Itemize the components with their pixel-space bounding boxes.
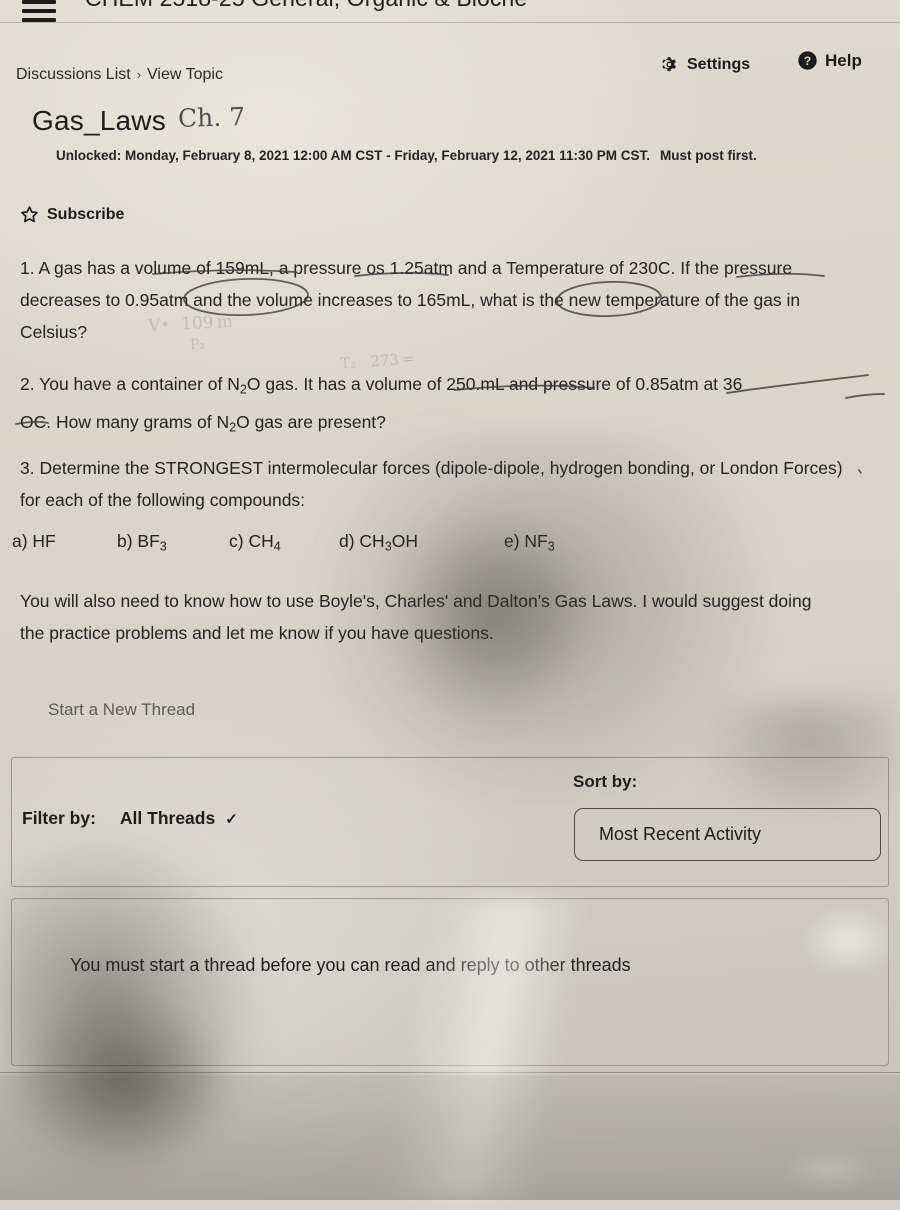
compound-list: a) HF b) BF3 c) CH4 d) CH3OH e) NF3 [12,531,632,554]
page-title: Gas_Laws [32,105,166,136]
app-topbar: CHEM 2518-25 General, Organic & Bioche ▾ [0,0,900,22]
question-2: 2. You have a container of N2O gas. It h… [20,368,890,443]
question-2-seg-d: O gas are present? [236,411,386,432]
question-2-subscript-a: 2 [239,382,247,397]
chevron-down-icon[interactable]: ✓ [225,810,238,828]
compound-b-prefix: b) BF [117,531,160,551]
compound-item-b: b) BF3 [117,531,229,554]
availability-dates: Unlocked: Monday, February 8, 2021 12:00… [56,148,757,163]
topbar-divider [0,22,900,23]
subscribe-label: Subscribe [47,205,125,223]
chevron-down-icon[interactable]: ▾ [710,0,720,5]
help-label: Help [825,50,862,70]
help-button[interactable]: ? Help [797,50,862,71]
settings-label: Settings [687,55,751,73]
sort-by-label: Sort by: [573,772,638,791]
breadcrumb-separator: › [136,67,142,82]
closing-note: You will also need to know how to use Bo… [20,591,812,643]
breadcrumb-view-topic: View Topic [147,66,223,83]
thread-list-panel [11,898,889,1066]
compound-e-subscript: 3 [547,539,555,554]
question-2-seg-b: O gas. It has a volume of 250.mL and pre… [246,374,743,394]
settings-button[interactable]: Settings [660,55,750,74]
question-circle-icon: ? [797,50,818,71]
sort-by-select[interactable]: Most Recent Activity [574,808,881,861]
compound-item-e: e) NF3 [504,531,604,554]
subscribe-button[interactable]: Subscribe [20,205,124,224]
hamburger-icon[interactable] [22,0,56,22]
filter-by-value: All Threads [119,808,216,828]
compound-c-subscript: 4 [273,539,281,554]
question-3: 3. Determine the STRONGEST intermolecula… [20,458,843,510]
compound-e-prefix: e) NF [504,531,548,551]
compound-d-subscript: 3 [384,539,392,554]
compound-item-d: d) CH3OH [339,531,504,554]
question-2-seg-c: OC. How many grams of N [20,411,230,432]
gear-icon [660,55,679,74]
compound-c-prefix: c) CH [229,531,274,551]
compound-d-prefix: d) CH [339,531,385,551]
compound-d-tail: OH [391,531,418,551]
compound-a-prefix: a) HF [12,531,56,551]
must-post-first-text: Must post first. [659,148,757,163]
filter-by-control[interactable]: Filter by: All Threads ✓ [22,808,238,829]
breadcrumb-discussions-list[interactable]: Discussions List [16,66,131,83]
bottom-divider [0,1072,900,1073]
compound-item-a: a) HF [12,531,117,554]
svg-text:?: ? [804,54,811,68]
filter-by-label: Filter by: [22,808,96,828]
compound-item-c: c) CH4 [229,531,339,554]
question-1: 1. A gas has a volume of 159mL, a pressu… [20,258,801,342]
compound-b-subscript: 3 [159,539,167,554]
question-2-seg-a: 2. You have a container of N [20,374,240,394]
course-title: CHEM 2518-25 General, Organic & Bioche [85,0,527,12]
breadcrumb: Discussions List › View Topic [16,66,223,84]
empty-state-message: You must start a thread before you can r… [70,955,631,975]
availability-text: Unlocked: Monday, February 8, 2021 12:00… [56,148,650,163]
sort-by-value: Most Recent Activity [599,824,762,844]
star-outline-icon [20,205,39,224]
start-new-thread-button[interactable]: Start a New Thread [48,700,195,720]
handwritten-chapter-note: Ch. 7 [177,102,246,133]
